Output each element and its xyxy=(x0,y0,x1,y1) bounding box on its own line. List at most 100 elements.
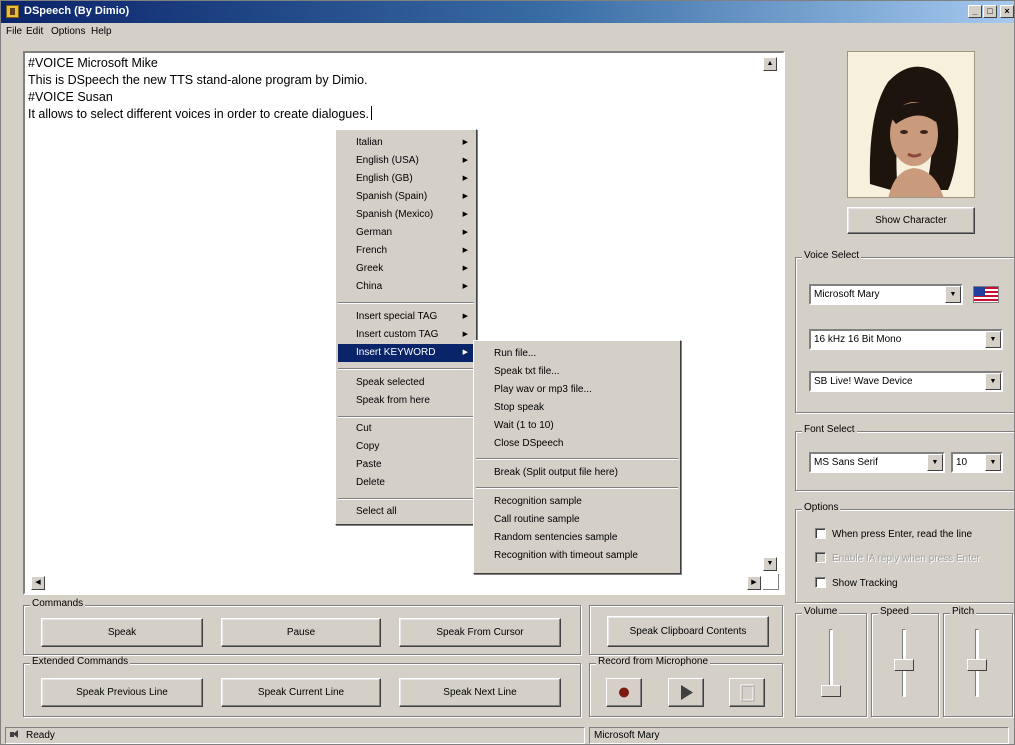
menu-separator xyxy=(338,302,474,304)
menu-item-select-all[interactable]: Select all xyxy=(338,503,474,521)
menu-item-insert-special-tag[interactable]: Insert special TAG ▶ xyxy=(338,308,474,326)
pause-button[interactable]: Pause xyxy=(221,618,381,647)
menu-item-french[interactable]: French ▶ xyxy=(338,242,474,260)
scroll-up-button[interactable]: ▲ xyxy=(763,57,777,71)
status-bar: Ready Microsoft Mary xyxy=(1,725,1014,744)
record-button[interactable] xyxy=(606,678,642,707)
checkbox-box[interactable] xyxy=(815,528,826,539)
menu-item-english-usa[interactable]: English (USA) ▶ xyxy=(338,152,474,170)
maximize-button[interactable]: □ xyxy=(983,5,997,18)
chevron-down-icon[interactable]: ▼ xyxy=(985,331,1001,348)
scroll-left-button[interactable]: ◀ xyxy=(31,576,45,590)
submenu-item-call-routine-sample[interactable]: Call routine sample xyxy=(476,511,678,529)
menu-item-german[interactable]: German ▶ xyxy=(338,224,474,242)
menu-item-insert-custom-tag[interactable]: Insert custom TAG ▶ xyxy=(338,326,474,344)
submenu-item-play-wav[interactable]: Play wav or mp3 file... xyxy=(476,381,678,399)
show-character-button[interactable]: Show Character xyxy=(847,207,975,234)
editor-line: #VOICE Microsoft Mike xyxy=(28,56,158,70)
editor-line: #VOICE Susan xyxy=(28,90,113,104)
speak-previous-line-button[interactable]: Speak Previous Line xyxy=(41,678,203,707)
keyword-submenu: Run file... Speak txt file... Play wav o… xyxy=(473,340,681,574)
chevron-down-icon[interactable]: ▼ xyxy=(985,373,1001,390)
submenu-item-wait[interactable]: Wait (1 to 10) xyxy=(476,417,678,435)
submenu-item-break[interactable]: Break (Split output file here) xyxy=(476,464,678,482)
menu-separator xyxy=(476,458,678,460)
menu-item-speak-from-here[interactable]: Speak from here xyxy=(338,392,474,410)
app-window: DSpeech (By Dimio) _ □ × File Edit Optio… xyxy=(0,0,1015,745)
menu-item-english-gb[interactable]: English (GB) ▶ xyxy=(338,170,474,188)
menu-item-china[interactable]: China ▶ xyxy=(338,278,474,296)
submenu-arrow-icon: ▶ xyxy=(462,139,468,146)
speak-from-cursor-button[interactable]: Speak From Cursor xyxy=(399,618,561,647)
chevron-down-icon[interactable]: ▼ xyxy=(945,286,961,303)
menu-item-spanish-mexico[interactable]: Spanish (Mexico) ▶ xyxy=(338,206,474,224)
submenu-item-recognition-timeout-sample[interactable]: Recognition with timeout sample xyxy=(476,547,678,565)
menu-help[interactable]: Help xyxy=(91,26,112,37)
play-button[interactable] xyxy=(668,678,704,707)
submenu-arrow-icon: ▶ xyxy=(462,193,468,200)
submenu-item-recognition-sample[interactable]: Recognition sample xyxy=(476,493,678,511)
submenu-item-stop-speak[interactable]: Stop speak xyxy=(476,399,678,417)
title-bar[interactable]: DSpeech (By Dimio) _ □ × xyxy=(1,1,1014,23)
chevron-down-icon[interactable]: ▼ xyxy=(985,454,1001,471)
menu-edit[interactable]: Edit xyxy=(26,26,43,37)
editor-line: This is DSpeech the new TTS stand-alone … xyxy=(28,73,368,87)
status-text-cell: Ready xyxy=(5,727,585,744)
submenu-item-speak-txt-file[interactable]: Speak txt file... xyxy=(476,363,678,381)
app-icon xyxy=(6,5,19,18)
menu-bar: File Edit Options Help xyxy=(1,23,1014,41)
menu-item-speak-selected[interactable]: Speak selected xyxy=(338,374,474,392)
volume-slider-thumb[interactable] xyxy=(821,685,841,697)
menu-item-copy[interactable]: Copy xyxy=(338,438,474,456)
chevron-down-icon[interactable]: ▼ xyxy=(927,454,943,471)
minimize-button[interactable]: _ xyxy=(968,5,982,18)
speak-next-line-button[interactable]: Speak Next Line xyxy=(399,678,561,707)
size-grip[interactable] xyxy=(763,574,779,590)
speak-clipboard-button[interactable]: Speak Clipboard Contents xyxy=(607,616,769,647)
menu-separator xyxy=(338,368,474,370)
menu-item-greek[interactable]: Greek ▶ xyxy=(338,260,474,278)
submenu-item-run-file[interactable]: Run file... xyxy=(476,345,678,363)
read-line-on-enter-checkbox[interactable]: When press Enter, read the line xyxy=(815,528,972,540)
submenu-item-close-dspeech[interactable]: Close DSpeech xyxy=(476,435,678,453)
menu-item-cut[interactable]: Cut xyxy=(338,420,474,438)
menu-options[interactable]: Options xyxy=(51,26,85,37)
menu-file[interactable]: File xyxy=(6,26,22,37)
save-recording-button[interactable] xyxy=(729,678,765,707)
font-size-dropdown[interactable]: 10 ▼ xyxy=(951,452,1003,473)
menu-item-paste[interactable]: Paste xyxy=(338,456,474,474)
menu-item-italian[interactable]: Italian ▶ xyxy=(338,134,474,152)
speed-label: Speed xyxy=(878,606,911,617)
voice-select-label: Voice Select xyxy=(802,250,862,261)
menu-separator xyxy=(338,498,474,500)
speed-slider-thumb[interactable] xyxy=(894,659,914,671)
close-button[interactable]: × xyxy=(1000,5,1014,18)
pitch-slider-thumb[interactable] xyxy=(967,659,987,671)
submenu-item-random-sentences-sample[interactable]: Random sentencies sample xyxy=(476,529,678,547)
options-label: Options xyxy=(802,502,841,513)
save-icon xyxy=(740,684,755,702)
font-dropdown[interactable]: MS Sans Serif ▼ xyxy=(809,452,945,473)
voice-dropdown[interactable]: Microsoft Mary ▼ xyxy=(809,284,963,305)
submenu-arrow-icon: ▶ xyxy=(462,349,468,356)
menu-item-delete[interactable]: Delete xyxy=(338,474,474,492)
speak-current-line-button[interactable]: Speak Current Line xyxy=(221,678,381,707)
checkbox-box[interactable] xyxy=(815,577,826,588)
scroll-down-button[interactable]: ▼ xyxy=(763,557,777,571)
submenu-arrow-icon: ▶ xyxy=(462,211,468,218)
show-tracking-checkbox[interactable]: Show Tracking xyxy=(815,577,898,589)
menu-item-insert-keyword[interactable]: Insert KEYWORD ▶ xyxy=(338,344,474,362)
submenu-arrow-icon: ▶ xyxy=(462,157,468,164)
speaker-icon xyxy=(10,730,20,739)
audio-device-dropdown[interactable]: SB Live! Wave Device ▼ xyxy=(809,371,1003,392)
speak-button[interactable]: Speak xyxy=(41,618,203,647)
audio-format-dropdown[interactable]: 16 kHz 16 Bit Mono ▼ xyxy=(809,329,1003,350)
commands-label: Commands xyxy=(30,598,86,609)
us-flag-icon xyxy=(973,286,999,303)
context-menu: Italian ▶ English (USA) ▶ English (GB) ▶ Sp… xyxy=(335,129,477,525)
menu-item-spanish-spain[interactable]: Spanish (Spain) ▶ xyxy=(338,188,474,206)
menu-separator xyxy=(476,487,678,489)
submenu-arrow-icon: ▶ xyxy=(462,175,468,182)
window-title: DSpeech (By Dimio) xyxy=(24,5,130,17)
scroll-right-button[interactable]: ▶ xyxy=(747,576,761,590)
